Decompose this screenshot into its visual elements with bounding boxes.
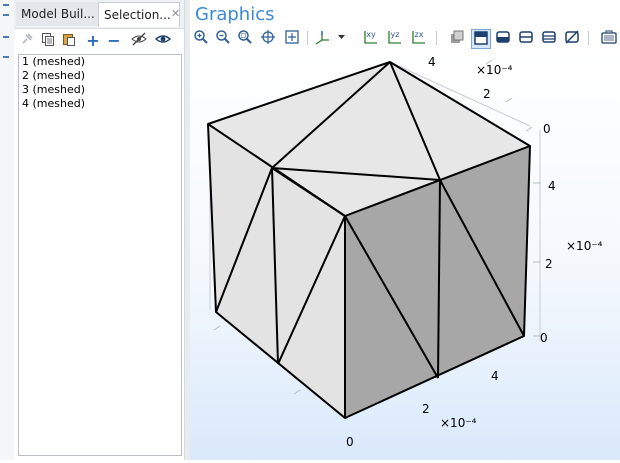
list-item[interactable]: 3 (meshed): [19, 83, 181, 97]
add-icon[interactable]: +: [84, 32, 102, 50]
graphics-toolbar: xy yz zx: [190, 27, 620, 49]
tab-selection[interactable]: Selection...: [98, 2, 180, 27]
graphics-viewport[interactable]: 4 2 0 ×10⁻⁴ 4 2 0 ×10⁻⁴ 4 2 0 ×10⁻⁴: [190, 50, 620, 460]
remove-icon[interactable]: −: [105, 32, 123, 50]
view-split-icon[interactable]: [540, 29, 558, 47]
wireframe-active-icon[interactable]: [471, 29, 491, 49]
toolbar-separator: [436, 31, 437, 45]
mesh-geometry-view: 4 2 0 ×10⁻⁴ 4 2 0 ×10⁻⁴ 4 2 0 ×10⁻⁴: [207, 55, 603, 449]
axis-z-tick-label: 0: [540, 331, 548, 345]
close-tab-icon[interactable]: ✕: [171, 7, 180, 20]
view-yz-label: yz: [390, 30, 400, 39]
view-xy-label: xy: [366, 30, 376, 39]
image-snapshot-icon[interactable]: [600, 29, 618, 47]
tab-model-builder[interactable]: Model Buil...: [16, 2, 102, 26]
view-middle-icon[interactable]: [517, 29, 535, 47]
axis-x-tick-label: 2: [422, 402, 430, 416]
list-item[interactable]: 4 (meshed): [19, 97, 181, 111]
left-panel: Model Buil... Selection... ✕ + − 1 (mesh…: [14, 0, 184, 460]
hide-icon[interactable]: [130, 32, 148, 50]
list-item[interactable]: 1 (meshed): [19, 55, 181, 69]
axis-x-tick-label: 4: [491, 369, 499, 383]
strip-marker: [3, 36, 9, 38]
zoom-extents-icon[interactable]: [283, 29, 301, 47]
pin-icon[interactable]: [18, 32, 36, 50]
axis-x-scale-label: ×10⁻⁴: [440, 416, 477, 430]
axis-y-tick-label: 4: [428, 55, 436, 69]
view-axes-dropdown-icon[interactable]: [314, 29, 348, 47]
axis-z-tick-label: 4: [548, 179, 556, 193]
strip-marker: [3, 4, 9, 6]
list-item[interactable]: 2 (meshed): [19, 69, 181, 83]
axis-y-tick-label: 0: [543, 122, 551, 136]
show-icon[interactable]: [154, 32, 172, 50]
collapsed-side-strip: [0, 0, 15, 460]
toolbar-separator: [588, 31, 589, 45]
zoom-selected-icon[interactable]: [259, 29, 277, 47]
hide-geometry-icon[interactable]: [563, 29, 581, 47]
toolbar-separator: [307, 31, 308, 45]
view-top-icon[interactable]: [494, 29, 512, 47]
paste-icon[interactable]: [60, 32, 78, 50]
zoom-box-icon[interactable]: [236, 29, 254, 47]
axis-y-scale-label: ×10⁻⁴: [476, 63, 513, 77]
zoom-out-icon[interactable]: [214, 29, 232, 47]
axis-z-scale-label: ×10⁻⁴: [566, 239, 603, 253]
zoom-in-icon[interactable]: [192, 29, 210, 47]
axis-y-tick-label: 2: [483, 87, 491, 101]
axis-z-tick-label: 2: [545, 257, 553, 271]
view-zx-label: zx: [414, 30, 424, 39]
selection-toolbar: + −: [14, 29, 184, 53]
strip-marker: [3, 14, 9, 16]
select-boundaries-icon[interactable]: [448, 29, 466, 47]
strip-marker: [3, 56, 9, 58]
copy-icon[interactable]: [39, 32, 57, 50]
graphics-title: Graphics: [195, 4, 275, 25]
graphics-window: Graphics xy yz zx 4 2 0 ×10⁻⁴ 4 2 0 ×10⁻…: [190, 0, 620, 460]
axis-x-tick-label: 0: [346, 435, 354, 449]
selection-list: 1 (meshed) 2 (meshed) 3 (meshed) 4 (mesh…: [18, 54, 182, 456]
panel-tabs: Model Buil... Selection... ✕: [14, 0, 184, 29]
